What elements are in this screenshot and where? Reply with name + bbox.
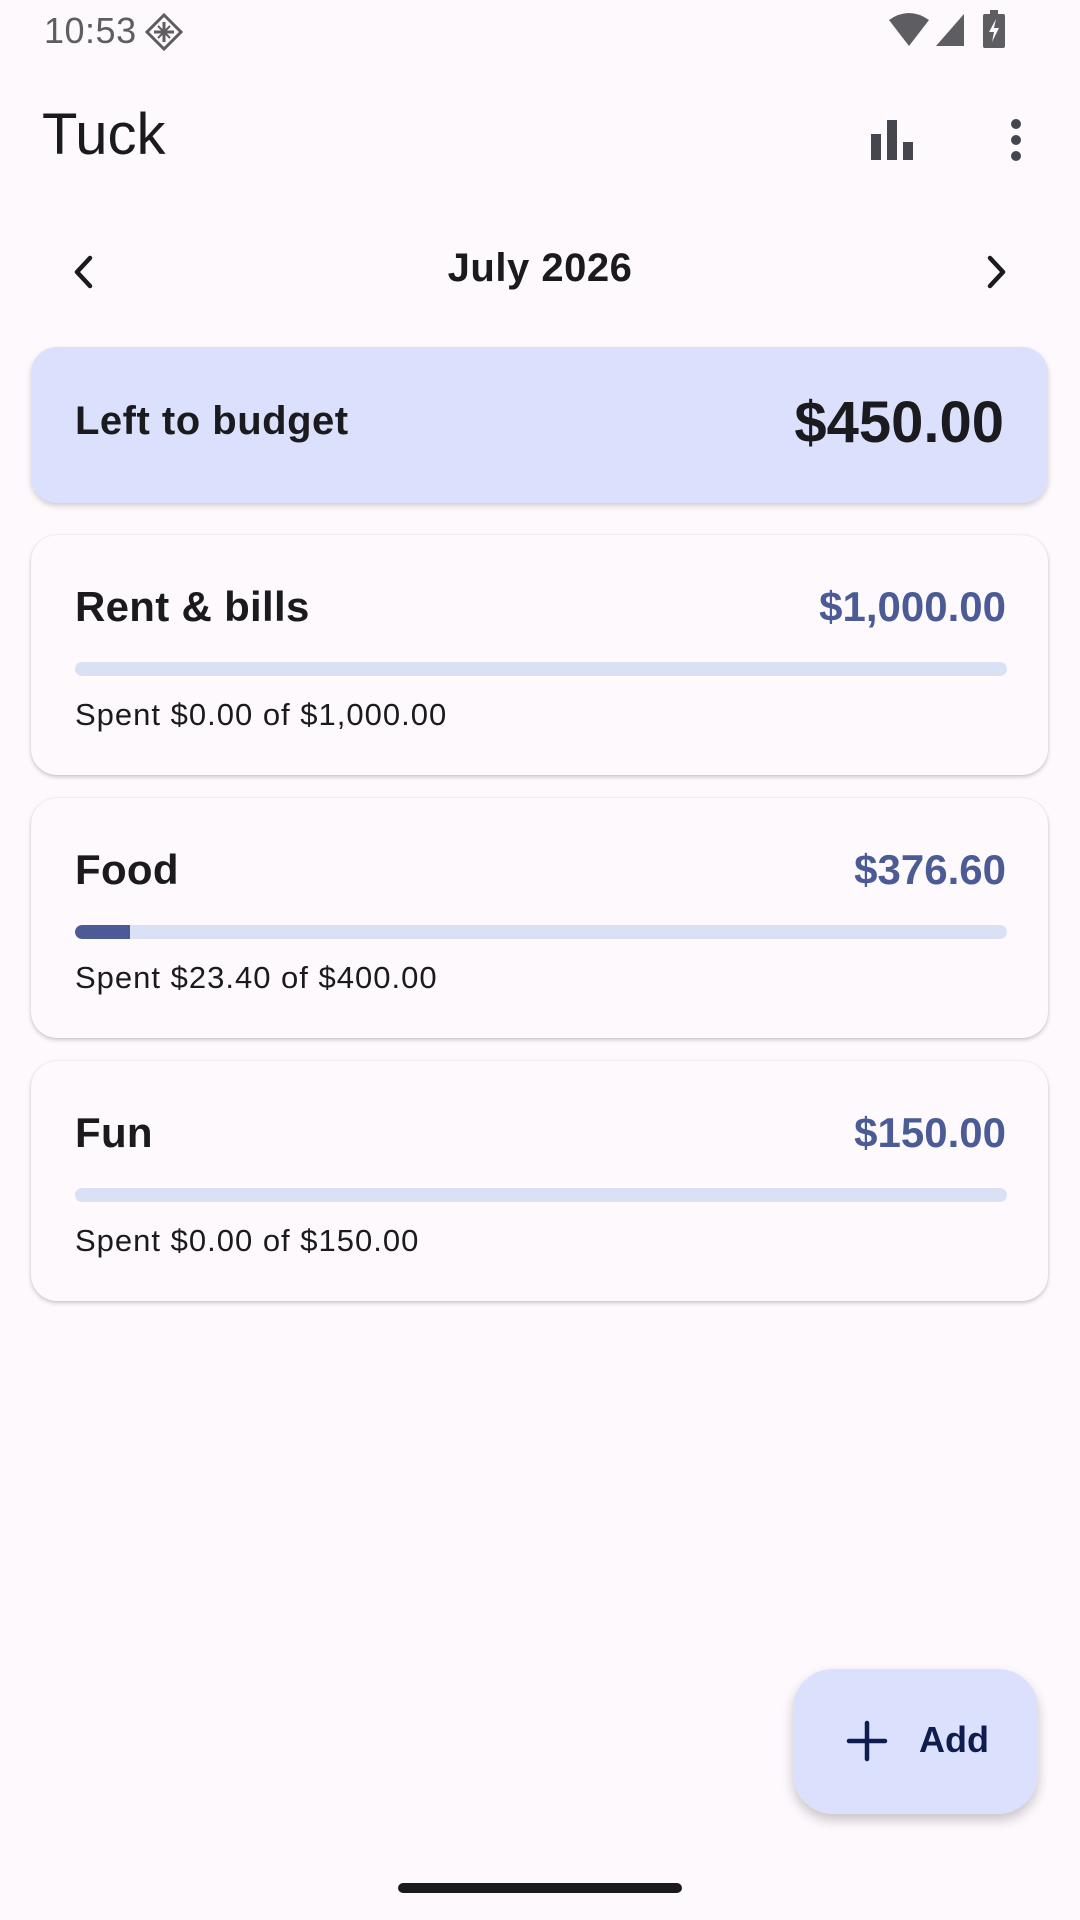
category-remaining-amount: $150.00	[854, 1109, 1006, 1156]
add-button-label: Add	[919, 1719, 989, 1760]
app-notification-icon	[144, 12, 184, 52]
left-to-budget-card: Left to budget $450.00	[31, 347, 1048, 503]
spent-text: Spent $0.00 of $1,000.00	[75, 697, 448, 732]
battery-icon	[983, 10, 1005, 48]
category-remaining-amount: $376.60	[854, 846, 1006, 893]
budget-card-rent-bills[interactable]: Rent & bills $1,000.00 Spent $0.00 of $1…	[31, 535, 1048, 775]
budget-card-food[interactable]: Food $376.60 Spent $23.40 of $400.00	[31, 798, 1048, 1038]
summary-amount: $450.00	[794, 390, 1004, 455]
summary-label: Left to budget	[75, 399, 349, 443]
category-name: Rent & bills	[75, 583, 310, 630]
budget-progress-bar	[75, 1188, 1007, 1202]
gesture-navigation-bar[interactable]	[398, 1883, 682, 1893]
more-options-button[interactable]	[976, 100, 1056, 180]
budget-progress-fill	[75, 925, 130, 939]
budget-progress-bar	[75, 925, 1007, 939]
cell-signal-icon	[936, 14, 964, 46]
more-vert-icon	[1011, 119, 1021, 161]
bar-chart-icon	[871, 120, 913, 160]
category-name: Food	[75, 846, 179, 893]
wifi-icon	[889, 13, 929, 46]
category-remaining-amount: $1,000.00	[819, 583, 1006, 630]
plus-icon	[846, 1720, 888, 1762]
next-month-button[interactable]	[956, 232, 1036, 312]
budget-progress-bar	[75, 662, 1007, 676]
status-time: 10:53	[44, 10, 137, 51]
app-title: Tuck	[42, 102, 166, 167]
month-navigation: July 2026	[0, 232, 1080, 312]
spent-text: Spent $23.40 of $400.00	[75, 960, 438, 995]
spent-text: Spent $0.00 of $150.00	[75, 1223, 420, 1258]
category-name: Fun	[75, 1109, 153, 1156]
add-button[interactable]: Add	[793, 1669, 1038, 1814]
status-bar: 10:53	[0, 0, 1080, 64]
statistics-button[interactable]	[852, 100, 932, 180]
month-label: July 2026	[447, 246, 633, 290]
chevron-right-icon	[987, 255, 1006, 289]
budget-card-fun[interactable]: Fun $150.00 Spent $0.00 of $150.00	[31, 1061, 1048, 1301]
